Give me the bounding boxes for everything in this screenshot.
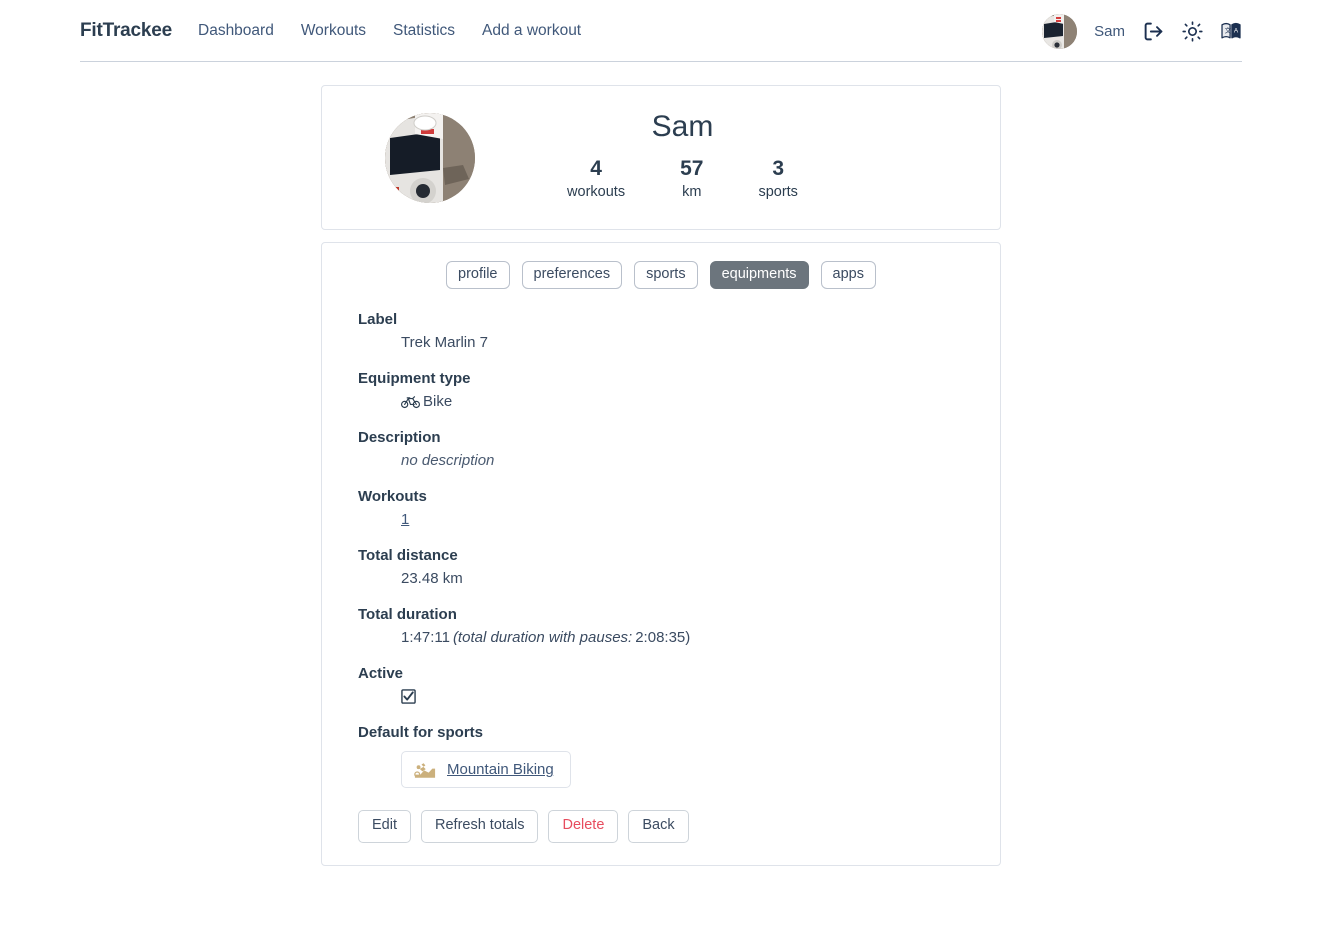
total-duration-row: 1:47:11 (total duration with pauses: 2:0… xyxy=(358,627,964,647)
equipment-type-title: Equipment type xyxy=(358,370,471,388)
label-title: Label xyxy=(358,311,398,329)
field-active: Active xyxy=(358,665,964,706)
stat-distance-label: km xyxy=(682,184,702,201)
sport-name-label[interactable]: Mountain Biking xyxy=(447,761,554,778)
workouts-count-link[interactable]: 1 xyxy=(401,511,409,528)
stat-distance: 57 km xyxy=(680,156,703,203)
settings-tabs: profile preferences sports equipments ap… xyxy=(332,261,990,290)
total-duration-title: Total duration xyxy=(358,606,457,624)
avatar[interactable] xyxy=(1042,13,1078,49)
total-distance-title: Total distance xyxy=(358,547,458,565)
nav-right-group: Sam 文 A xyxy=(1042,13,1242,49)
stat-distance-value: 57 xyxy=(680,157,704,181)
field-total-distance: Total distance 23.48 km xyxy=(358,547,964,588)
bicycle-icon xyxy=(401,394,420,409)
tab-preferences[interactable]: preferences xyxy=(521,261,623,290)
field-label: Label Trek Marlin 7 xyxy=(358,311,964,352)
svg-text:A: A xyxy=(1234,27,1239,34)
stat-sports-value: 3 xyxy=(772,157,785,181)
edit-button[interactable]: Edit xyxy=(358,810,411,843)
top-navbar: FitTrackee Dashboard Workouts Statistics… xyxy=(0,0,1322,62)
page-body: Sam 4 workouts 57 km 3 sports profile pr… xyxy=(0,62,1322,939)
refresh-totals-button[interactable]: Refresh totals xyxy=(421,810,539,843)
equipment-type-row: Bike xyxy=(358,391,964,411)
default-for-sports-title: Default for sports xyxy=(358,724,484,742)
language-icon[interactable]: 文 A xyxy=(1220,20,1242,42)
description-value: no description xyxy=(401,451,495,469)
profile-avatar[interactable] xyxy=(385,112,475,203)
field-total-duration: Total duration 1:47:11 (total duration w… xyxy=(358,606,964,647)
active-value-row xyxy=(358,686,964,706)
field-description: Description no description xyxy=(358,429,964,470)
total-duration-value: 1:47:11 xyxy=(401,628,450,646)
svg-text:文: 文 xyxy=(1225,25,1232,34)
stat-workouts-value: 4 xyxy=(590,157,602,181)
field-default-for-sports: Default for sports Mountain Biking xyxy=(358,724,964,789)
nav-item-add-a-workout[interactable]: Add a workout xyxy=(482,22,581,40)
app-brand[interactable]: FitTrackee xyxy=(80,20,172,42)
profile-avatar-photo xyxy=(385,112,475,203)
tab-equipments[interactable]: equipments xyxy=(709,261,809,290)
nav-item-dashboard[interactable]: Dashboard xyxy=(198,22,274,40)
equipment-fields: Label Trek Marlin 7 Equipment type Bike … xyxy=(332,311,990,843)
check-square-icon xyxy=(401,689,416,704)
logout-icon[interactable] xyxy=(1142,20,1164,42)
nav-links: Dashboard Workouts Statistics Add a work… xyxy=(198,22,581,40)
stat-sports: 3 sports xyxy=(758,156,798,203)
action-buttons: Edit Refresh totals Delete Back xyxy=(358,802,964,843)
total-duration-note-label: (total duration with pauses: xyxy=(452,628,633,646)
back-button[interactable]: Back xyxy=(628,810,689,843)
field-equipment-type: Equipment type Bike xyxy=(358,370,964,411)
equipment-detail-card: profile preferences sports equipments ap… xyxy=(321,242,1001,866)
stat-workouts-label: workouts xyxy=(567,184,626,201)
field-workouts: Workouts 1 xyxy=(358,488,964,529)
page-title: Sam xyxy=(651,110,714,144)
mountain-biking-icon xyxy=(414,760,436,779)
sport-chip-mountain-biking[interactable]: Mountain Biking xyxy=(401,751,571,789)
workouts-value-row: 1 xyxy=(358,509,964,529)
username-label[interactable]: Sam xyxy=(1094,23,1125,40)
label-value: Trek Marlin 7 xyxy=(401,333,488,351)
stat-sports-label: sports xyxy=(758,184,798,201)
profile-info: Sam 4 workouts 57 km 3 sports xyxy=(475,112,890,203)
tab-sports[interactable]: sports xyxy=(634,261,698,290)
stat-workouts: 4 workouts xyxy=(567,156,625,203)
active-title: Active xyxy=(358,665,404,683)
tab-profile[interactable]: profile xyxy=(446,261,510,290)
equipment-type-value: Bike xyxy=(423,392,453,410)
delete-button[interactable]: Delete xyxy=(548,810,619,843)
description-title: Description xyxy=(358,429,441,447)
profile-stats: 4 workouts 57 km 3 sports xyxy=(475,156,890,203)
total-distance-value: 23.48 km xyxy=(401,569,463,587)
nav-item-workouts[interactable]: Workouts xyxy=(301,22,366,40)
nav-item-statistics[interactable]: Statistics xyxy=(393,22,455,40)
workouts-title: Workouts xyxy=(358,488,427,506)
avatar-photo xyxy=(1042,13,1078,49)
total-duration-note-value: 2:08:35) xyxy=(635,628,691,646)
tab-apps[interactable]: apps xyxy=(820,261,876,290)
sun-icon[interactable] xyxy=(1181,20,1203,42)
profile-card: Sam 4 workouts 57 km 3 sports xyxy=(321,85,1001,230)
